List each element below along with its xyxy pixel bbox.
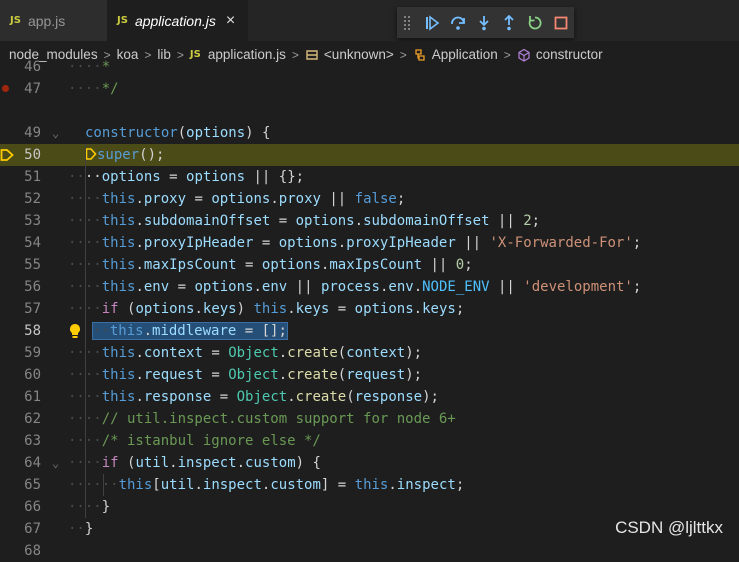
code-line: 46 ····*: [0, 56, 739, 78]
code-line: 53 ····this.subdomainOffset = options.su…: [0, 210, 739, 232]
tab-bar: JS app.js JS application.js ×: [0, 0, 739, 41]
line-number: 66: [24, 499, 41, 515]
step-out-icon: [504, 14, 515, 30]
code-text: ··}: [68, 521, 94, 537]
tab-application-js[interactable]: JS application.js ×: [107, 0, 248, 41]
fold-chevron-icon[interactable]: ⌄: [52, 122, 59, 144]
lightbulb-icon[interactable]: [68, 323, 82, 339]
code-text: ····this.response = Object.create(respon…: [68, 389, 439, 405]
step-over-icon: [450, 16, 465, 30]
code-line-current: 50 super();: [0, 144, 739, 166]
line-number: 53: [24, 213, 41, 229]
line-number: 65: [24, 477, 41, 493]
code-line: 61 ····this.response = Object.create(res…: [0, 386, 739, 408]
fold-chevron-icon[interactable]: ⌄: [52, 452, 59, 474]
code-line: 51 ····options = options || {};: [0, 166, 739, 188]
js-file-icon: JS: [117, 15, 128, 26]
indent-guide: [85, 144, 86, 518]
stop-icon: [554, 16, 568, 29]
line-number: 50: [24, 147, 41, 163]
code-line-selected: 58 ··this.middleware = [];: [0, 320, 739, 342]
indent-guide: [103, 474, 104, 496]
line-number: 61: [24, 389, 41, 405]
close-tab-icon[interactable]: ×: [226, 12, 235, 30]
watermark: CSDN @ljlttkx: [615, 518, 723, 537]
code-line: 60 ····this.request = Object.create(requ…: [0, 364, 739, 386]
code-line: 57 ····if (options.keys) this.keys = opt…: [0, 298, 739, 320]
restart-icon: [529, 15, 542, 29]
code-line: 65 ······this[util.inspect.custom] = thi…: [0, 474, 739, 496]
code-text: ····*/: [68, 81, 119, 97]
line-number: 62: [24, 411, 41, 427]
line-number: 58: [24, 323, 41, 339]
code-text: ······this[util.inspect.custom] = this.i…: [68, 477, 465, 493]
code-text: ····this.proxyIpHeader = options.proxyIp…: [68, 235, 642, 251]
code-text: ····/* istanbul ignore else */: [68, 433, 321, 449]
code-line: 59 ····this.context = Object.create(cont…: [0, 342, 739, 364]
code-line: 63 ····/* istanbul ignore else */: [0, 430, 739, 452]
code-text: ····this.subdomainOffset = options.subdo…: [68, 213, 541, 229]
code-line: 68: [0, 540, 739, 562]
drag-handle-icon[interactable]: [403, 14, 411, 31]
code-text: ··this.middleware = [];: [92, 322, 288, 340]
restart-button[interactable]: [522, 12, 548, 34]
line-number: 60: [24, 367, 41, 383]
line-number: 47: [24, 81, 41, 97]
line-number: 63: [24, 433, 41, 449]
line-number: 54: [24, 235, 41, 251]
line-number: 55: [24, 257, 41, 273]
line-number: 64: [24, 455, 41, 471]
code-text: ····*: [68, 59, 111, 75]
continue-button[interactable]: [419, 12, 445, 34]
inline-breakpoint-icon: [85, 148, 97, 160]
line-number: 46: [24, 59, 41, 75]
code-text: ····this.proxy = options.proxy || false;: [68, 191, 406, 207]
debug-toolbar: [397, 7, 574, 38]
code-line: 66 ····}: [0, 496, 739, 518]
step-into-icon: [478, 15, 489, 30]
code-line: 52 ····this.proxy = options.proxy || fal…: [0, 188, 739, 210]
line-number: 52: [24, 191, 41, 207]
code-line: 47 ····*/: [0, 78, 739, 100]
line-number: 67: [24, 521, 41, 537]
code-line: 56 ····this.env = options.env || process…: [0, 276, 739, 298]
line-number: 51: [24, 169, 41, 185]
line-number: 57: [24, 301, 41, 317]
code-text: ····// util.inspect.custom support for n…: [68, 411, 456, 427]
tab-label: application.js: [134, 12, 216, 29]
code-line: 54 ····this.proxyIpHeader = options.prox…: [0, 232, 739, 254]
line-number: 68: [24, 543, 41, 559]
code-line: 62 ····// util.inspect.custom support fo…: [0, 408, 739, 430]
code-text: ····this.env = options.env || process.en…: [68, 279, 642, 295]
js-file-icon: JS: [10, 15, 21, 26]
continue-icon: [425, 14, 440, 31]
line-number: 59: [24, 345, 41, 361]
code-text: ····options = options || {};: [68, 169, 305, 185]
step-over-button[interactable]: [445, 12, 471, 34]
tab-label: app.js: [27, 12, 66, 29]
code-text: ····}: [68, 499, 111, 515]
code-text: ····this.context = Object.create(context…: [68, 345, 423, 361]
code-text: ····this.maxIpsCount = options.maxIpsCou…: [68, 257, 473, 273]
line-number: 49: [24, 125, 41, 141]
code-line: 64 ⌄ ····if (util.inspect.custom) {: [0, 452, 739, 474]
code-text: ····if (util.inspect.custom) {: [68, 455, 321, 471]
code-line: 55 ····this.maxIpsCount = options.maxIps…: [0, 254, 739, 276]
code-line: 49 ⌄ constructor(options) {: [0, 122, 739, 144]
tab-app-js[interactable]: JS app.js: [0, 0, 107, 41]
code-text: constructor(options) {: [85, 125, 271, 141]
code-text: ····this.request = Object.create(request…: [68, 367, 423, 383]
code-text: ····if (options.keys) this.keys = option…: [68, 301, 465, 317]
step-into-button[interactable]: [471, 12, 497, 34]
stop-button[interactable]: [548, 12, 574, 34]
step-out-button[interactable]: [496, 12, 522, 34]
line-number: 56: [24, 279, 41, 295]
code-text: super();: [85, 144, 164, 166]
code-editor[interactable]: 46 ····* 47 ····*/ 49 ⌄ constructor(opti…: [0, 56, 739, 559]
